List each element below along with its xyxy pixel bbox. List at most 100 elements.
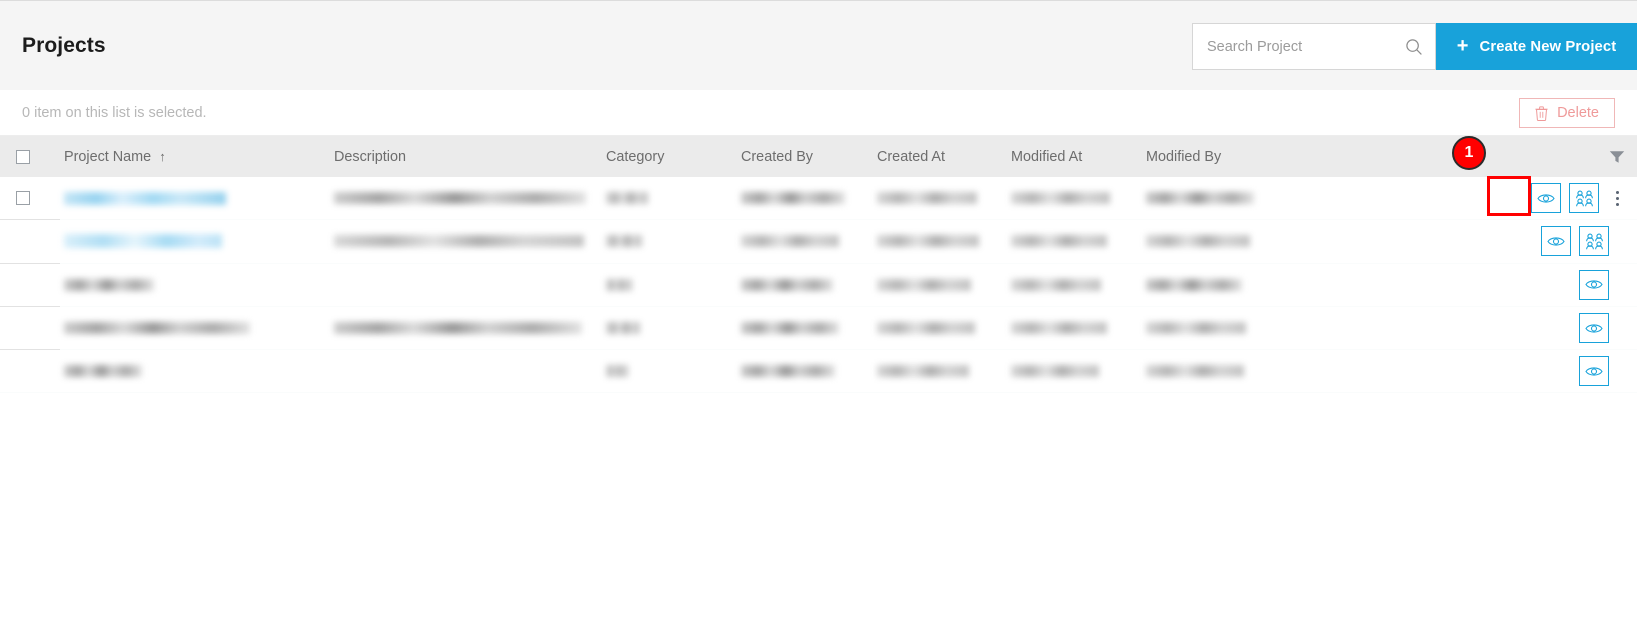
- filter-icon[interactable]: [1609, 150, 1625, 164]
- redacted-text: [1011, 278, 1101, 291]
- members-button[interactable]: [1579, 226, 1609, 257]
- selection-bar: 0 item on this list is selected. Delete: [0, 90, 1637, 136]
- more-dot: [1615, 202, 1619, 206]
- redacted-text: [64, 365, 142, 378]
- sort-ascending-icon[interactable]: ↑: [159, 149, 166, 164]
- view-button[interactable]: [1531, 183, 1561, 214]
- redacted-text: [606, 192, 648, 205]
- cell-modified-by: [1146, 365, 1366, 378]
- more-dot: [1615, 190, 1619, 194]
- cell-actions: [1366, 269, 1637, 300]
- search-icon[interactable]: [1405, 38, 1423, 56]
- page-title: Projects: [22, 33, 106, 57]
- column-header-description[interactable]: Description: [334, 149, 606, 165]
- redacted-text: [1146, 192, 1254, 205]
- cell-description: [334, 235, 606, 248]
- redacted-text: [877, 322, 975, 335]
- cell-project-name: [64, 322, 334, 335]
- column-header-modified-at[interactable]: Modified At: [1011, 149, 1146, 165]
- eye-icon: [1537, 192, 1555, 205]
- cell-actions: [1366, 226, 1637, 257]
- cell-project-name: [64, 191, 334, 205]
- table-row[interactable]: [0, 307, 1637, 351]
- cell-description: [334, 192, 606, 205]
- cell-modified-at: [1011, 365, 1146, 378]
- redacted-text: [606, 278, 632, 291]
- cell-modified-at: [1011, 235, 1146, 248]
- cell-modified-at: [1011, 278, 1146, 291]
- redacted-text: [1146, 278, 1242, 291]
- cell-project-name: [64, 234, 334, 249]
- redacted-text: [64, 191, 226, 205]
- redacted-text: [606, 365, 628, 378]
- cell-actions: [1366, 313, 1637, 344]
- cell-created-by: [741, 192, 877, 205]
- redacted-text: [741, 365, 835, 378]
- table-row[interactable]: [0, 177, 1637, 221]
- redacted-text: [64, 322, 250, 335]
- create-new-project-button[interactable]: + Create New Project: [1436, 23, 1637, 70]
- cell-modified-by: [1146, 278, 1366, 291]
- redacted-text: [741, 322, 839, 335]
- column-header-project-name[interactable]: Project Name ↑: [64, 149, 334, 165]
- column-header-category-label: Category: [606, 148, 665, 165]
- table-header-row: Project Name ↑ Description Category Crea…: [0, 136, 1637, 177]
- search-input[interactable]: [1207, 38, 1405, 55]
- cell-modified-by: [1146, 322, 1366, 335]
- view-button[interactable]: [1579, 356, 1609, 387]
- redacted-text: [334, 192, 586, 205]
- column-header-modified-by[interactable]: Modified By: [1146, 149, 1366, 165]
- view-button[interactable]: [1579, 269, 1609, 300]
- more-dot: [1615, 196, 1619, 200]
- view-button[interactable]: [1579, 313, 1609, 344]
- delete-button[interactable]: Delete: [1519, 98, 1615, 128]
- column-header-modified-at-label: Modified At: [1011, 148, 1083, 165]
- cell-project-name: [64, 278, 334, 291]
- search-box[interactable]: [1192, 23, 1436, 70]
- eye-icon: [1585, 278, 1603, 291]
- projects-table: Project Name ↑ Description Category Crea…: [0, 136, 1637, 394]
- view-button[interactable]: [1541, 226, 1571, 257]
- delete-button-label: Delete: [1557, 105, 1599, 121]
- column-header-category[interactable]: Category: [606, 149, 741, 165]
- redacted-text: [741, 278, 833, 291]
- more-options-button[interactable]: [1609, 185, 1625, 211]
- redacted-text: [64, 278, 154, 291]
- cell-created-at: [877, 192, 1011, 205]
- row-action-group: [1531, 183, 1625, 214]
- cell-project-name: [64, 365, 334, 378]
- redacted-text: [741, 235, 839, 248]
- column-header-created-at[interactable]: Created At: [877, 149, 1011, 165]
- page-header: Projects + Create New Project: [0, 0, 1637, 90]
- row-checkbox[interactable]: [16, 191, 30, 206]
- table-row[interactable]: [0, 220, 1637, 264]
- redacted-text: [1146, 322, 1246, 335]
- cell-created-at: [877, 322, 1011, 335]
- cell-created-by: [741, 322, 877, 335]
- row-action-group: [1579, 313, 1625, 344]
- cell-category: [606, 235, 741, 248]
- row-action-group: [1579, 356, 1625, 387]
- redacted-text: [1146, 235, 1250, 248]
- redacted-text: [606, 322, 640, 335]
- row-action-group: [1541, 226, 1625, 257]
- redacted-text: [877, 278, 971, 291]
- redacted-text: [1146, 365, 1244, 378]
- redacted-text: [606, 235, 642, 248]
- cell-created-by: [741, 365, 877, 378]
- cell-created-at: [877, 235, 1011, 248]
- column-header-created-at-label: Created At: [877, 148, 945, 165]
- column-header-created-by[interactable]: Created By: [741, 149, 877, 165]
- redacted-text: [334, 322, 582, 335]
- table-row[interactable]: [0, 350, 1637, 394]
- members-button[interactable]: [1569, 183, 1599, 214]
- select-all-checkbox[interactable]: [16, 149, 30, 164]
- selection-status-text: 0 item on this list is selected.: [22, 104, 207, 121]
- table-row[interactable]: [0, 264, 1637, 308]
- table-body: [0, 177, 1637, 394]
- cell-created-by: [741, 278, 877, 291]
- cell-actions: [1366, 183, 1637, 214]
- redacted-text: [1011, 192, 1110, 205]
- cell-created-by: [741, 235, 877, 248]
- select-all-cell: [0, 149, 64, 164]
